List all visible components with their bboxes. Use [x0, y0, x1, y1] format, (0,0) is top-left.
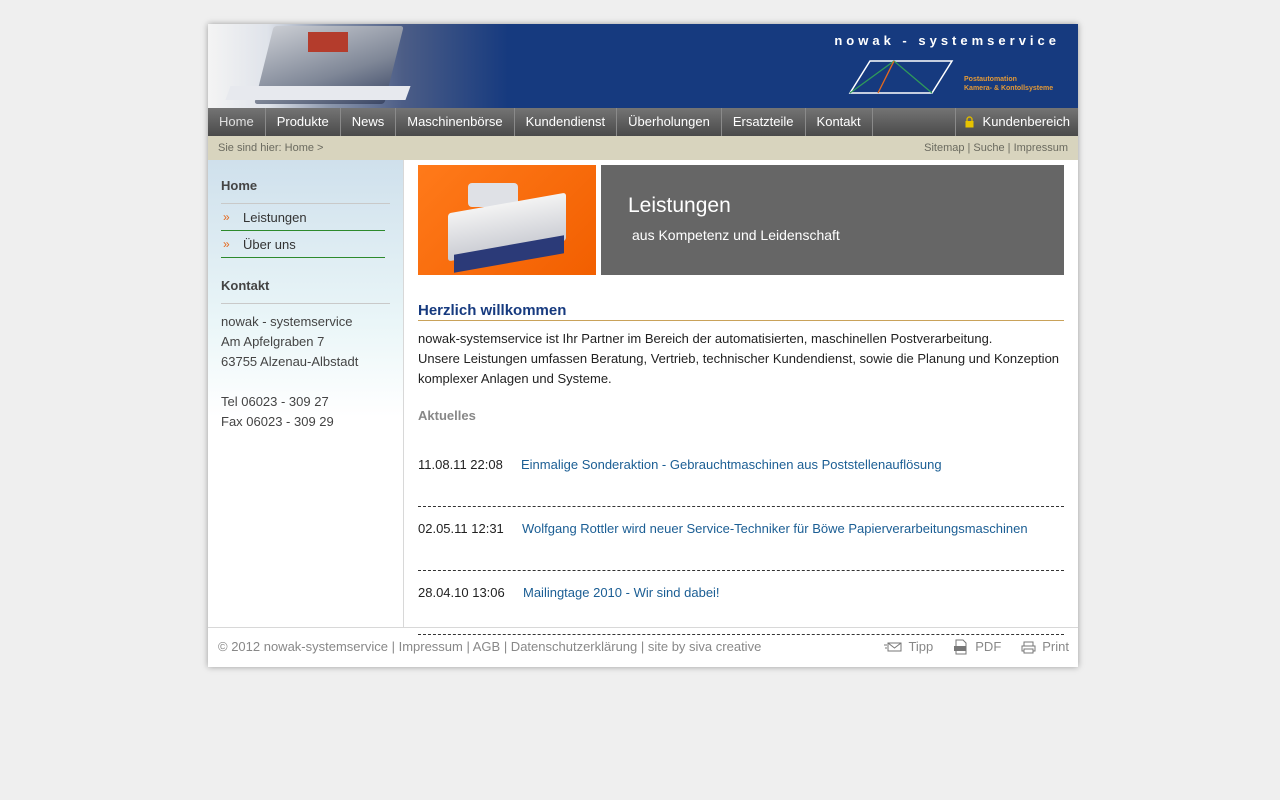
news-date: 11.08.11 22:08	[418, 457, 503, 472]
banner-machine-image	[418, 165, 596, 275]
main-content: Leistungen aus Kompetenz und Leidenschaf…	[418, 160, 1064, 635]
header-tagline: Postautomation Kamera- & Kontollsysteme	[964, 76, 1054, 92]
nav-home[interactable]: Home	[208, 108, 266, 136]
sidebar-title-home: Home	[221, 160, 390, 204]
footer-tools: Tipp PDF Print	[864, 628, 1069, 666]
nav-news[interactable]: News	[341, 108, 397, 136]
sidebar-item-label: Leistungen	[243, 209, 307, 225]
brand-name[interactable]: nowak - systemservice	[834, 33, 1060, 48]
site-header: nowak - systemservice Postautomation Kam…	[208, 24, 1078, 108]
news-link[interactable]: Einmalige Sonderaktion - Gebrauchtmaschi…	[521, 457, 942, 472]
intro-text: nowak-systemservice ist Ihr Partner im B…	[418, 331, 1060, 386]
sidebar-item-leistungen[interactable]: » Leistungen	[221, 204, 385, 231]
nav-kontakt[interactable]: Kontakt	[806, 108, 873, 136]
breadcrumb: Sie sind hier: Home > Sitemap | Suche | …	[208, 136, 1078, 160]
news-date: 02.05.11 12:31	[418, 521, 504, 536]
lock-icon	[965, 116, 974, 128]
main-navigation: Home Produkte News Maschinenbörse Kunden…	[208, 108, 1078, 136]
footer-copyright[interactable]: © 2012 nowak-systemservice | Impressum |…	[218, 639, 761, 654]
address-tel: Tel 06023 - 309 27	[221, 394, 329, 409]
banner-title: Leistungen	[628, 194, 731, 217]
breadcrumb-text[interactable]: Sie sind hier: Home >	[218, 142, 323, 154]
pdf-icon	[954, 639, 967, 655]
news-date: 28.04.10 13:06	[418, 585, 505, 600]
sidebar-title-kontakt: Kontakt	[221, 258, 390, 304]
contact-address: nowak - systemservice Am Apfelgraben 7 6…	[221, 304, 390, 432]
utility-links[interactable]: Sitemap | Suche | Impressum	[924, 136, 1068, 160]
banner-subtitle: aus Kompetenz und Leidenschaft	[632, 227, 840, 243]
address-company: nowak - systemservice	[221, 314, 353, 329]
address-street: Am Apfelgraben 7	[221, 334, 325, 349]
page-container: nowak - systemservice Postautomation Kam…	[208, 24, 1078, 667]
sidebar: Home » Leistungen » Über uns Kontakt now…	[208, 160, 404, 627]
customer-area-link[interactable]: Kundenbereich	[954, 108, 1070, 136]
sidebar-submenu: » Leistungen » Über uns	[221, 204, 385, 258]
logo-icon	[848, 60, 954, 94]
news-link[interactable]: Wolfgang Rottler wird neuer Service-Tech…	[522, 521, 1028, 536]
news-link[interactable]: Mailingtage 2010 - Wir sind dabei!	[523, 585, 720, 600]
hero-banner: Leistungen aus Kompetenz und Leidenschaf…	[418, 165, 1064, 275]
header-machine-photo	[208, 24, 508, 108]
nav-kundendienst[interactable]: Kundendienst	[515, 108, 618, 136]
site-footer: © 2012 nowak-systemservice | Impressum |…	[208, 627, 1078, 667]
customer-area-label: Kundenbereich	[982, 114, 1070, 129]
double-chevron-icon: »	[223, 210, 230, 224]
print-button[interactable]: Print	[1021, 628, 1069, 666]
nav-ersatzteile[interactable]: Ersatzteile	[722, 108, 806, 136]
printer-icon	[1021, 641, 1036, 653]
sidebar-item-ueber-uns[interactable]: » Über uns	[221, 231, 385, 258]
list-item: 11.08.11 22:08 Einmalige Sonderaktion - …	[418, 443, 1064, 507]
sidebar-item-label: Über uns	[243, 236, 296, 252]
news-title: Aktuelles	[418, 408, 476, 423]
double-chevron-icon: »	[223, 237, 230, 251]
nav-maschinenboerse[interactable]: Maschinenbörse	[396, 108, 515, 136]
news-list: 11.08.11 22:08 Einmalige Sonderaktion - …	[418, 443, 1064, 635]
list-item: 02.05.11 12:31 Wolfgang Rottler wird neu…	[418, 507, 1064, 571]
banner-text-panel: Leistungen aus Kompetenz und Leidenschaf…	[601, 165, 1064, 275]
address-fax: Fax 06023 - 309 29	[221, 414, 334, 429]
page-title: Herzlich willkommen	[418, 302, 1064, 321]
nav-produkte[interactable]: Produkte	[266, 108, 341, 136]
tipp-button[interactable]: Tipp	[884, 628, 933, 666]
mail-icon	[884, 642, 902, 652]
address-city: 63755 Alzenau-Albstadt	[221, 354, 359, 369]
list-item: 28.04.10 13:06 Mailingtage 2010 - Wir si…	[418, 571, 1064, 635]
nav-ueberholungen[interactable]: Überholungen	[617, 108, 722, 136]
pdf-button[interactable]: PDF	[953, 628, 1001, 666]
